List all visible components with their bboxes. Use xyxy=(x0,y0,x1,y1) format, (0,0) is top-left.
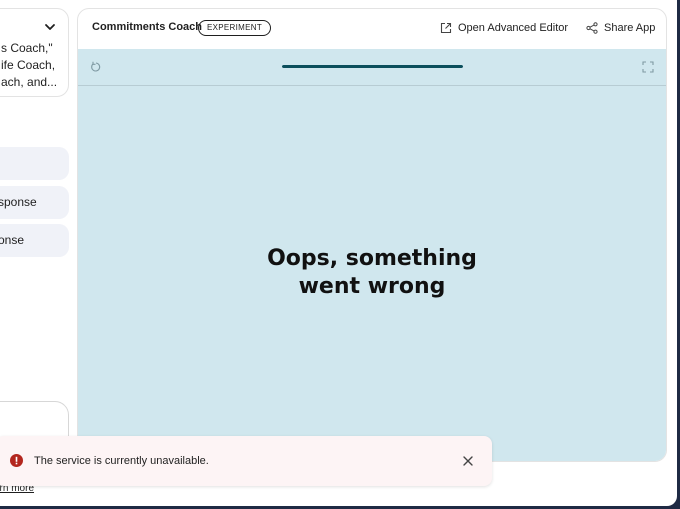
open-advanced-editor-button[interactable]: Open Advanced Editor xyxy=(440,20,568,36)
error-icon xyxy=(10,454,23,467)
app-title: Commitments Coach xyxy=(92,21,203,33)
chevron-down-icon[interactable] xyxy=(44,21,56,33)
share-app-button[interactable]: Share App xyxy=(586,20,655,36)
app-description: s Coach," ife Coach, ach, and... xyxy=(1,40,81,91)
description-line: s Coach," xyxy=(1,41,53,55)
suggestion-chip[interactable]: onse xyxy=(0,224,69,257)
toast-message: The service is currently unavailable. xyxy=(34,455,209,467)
error-toast: The service is currently unavailable. xyxy=(0,436,492,486)
fullscreen-icon[interactable] xyxy=(642,61,654,73)
description-line: ach, and... xyxy=(1,75,58,89)
share-icon xyxy=(586,22,598,34)
description-line: ife Coach, xyxy=(1,58,56,72)
error-message: Oops, something went wrong xyxy=(267,246,477,299)
suggestion-chip[interactable]: sponse xyxy=(0,186,69,219)
progress-fill xyxy=(282,65,463,68)
experiment-badge: EXPERIMENT xyxy=(198,20,272,36)
close-icon[interactable] xyxy=(463,456,473,466)
preview-toolbar xyxy=(78,49,666,86)
loading-progress-bar xyxy=(282,65,463,68)
reload-icon[interactable] xyxy=(90,61,102,73)
open-in-new-icon xyxy=(440,22,452,34)
suggestion-chip[interactable] xyxy=(0,147,69,180)
app-header: Commitments Coach EXPERIMENT Open Advanc… xyxy=(78,9,666,49)
app-description-card[interactable]: s Coach," ife Coach, ach, and... xyxy=(0,8,69,97)
app-preview-area: Oops, something went wrong xyxy=(78,49,666,461)
app-preview-card: Commitments Coach EXPERIMENT Open Advanc… xyxy=(77,8,667,462)
app-window: s Coach," ife Coach, ach, and... sponse … xyxy=(0,0,677,506)
